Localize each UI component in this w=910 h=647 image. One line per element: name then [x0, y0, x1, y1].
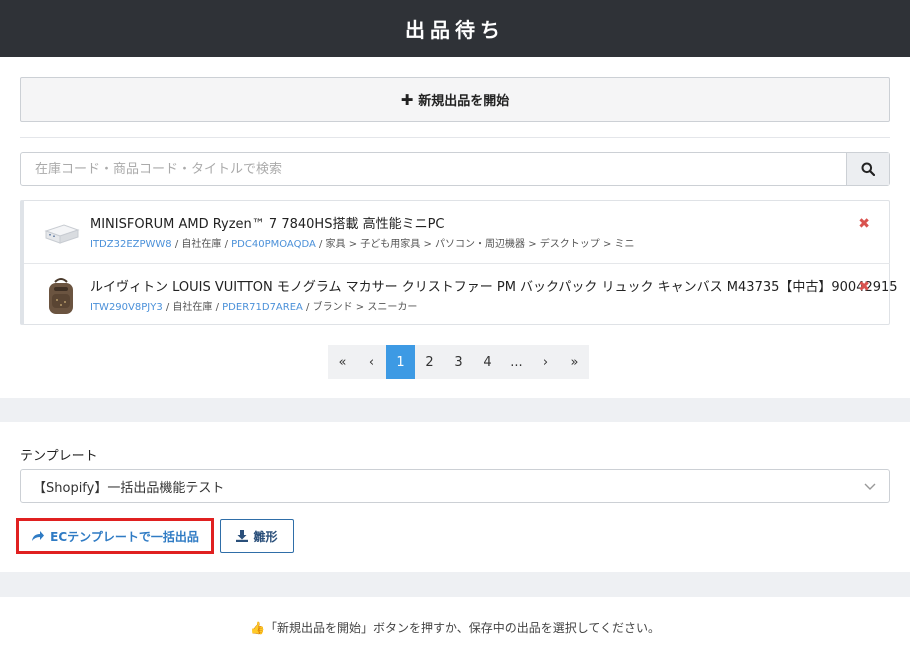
search-button[interactable] [846, 153, 889, 185]
page-title: 出品待ち [405, 18, 505, 42]
new-listing-button[interactable]: ✚ 新規出品を開始 [20, 77, 890, 122]
item-title: MINISFORUM AMD Ryzen™ 7 7840HS搭載 高性能ミニPC [90, 217, 445, 232]
search-input[interactable] [21, 153, 846, 185]
page-header: 出品待ち [0, 0, 910, 57]
first-page-button[interactable]: « [328, 345, 357, 379]
page-ellipsis: ... [510, 354, 523, 370]
download-template-button[interactable]: 雛形 [220, 519, 294, 553]
download-template-label: 雛形 [253, 529, 278, 544]
prev-page-button[interactable]: ‹ [357, 345, 386, 379]
divider [20, 137, 890, 138]
list-item[interactable]: MINISFORUM AMD Ryzen™ 7 7840HS搭載 高性能ミニPC… [24, 201, 890, 263]
page-1-button[interactable]: 1 [386, 345, 415, 379]
share-arrow-icon [32, 531, 45, 541]
delete-icon[interactable]: ✖ [858, 216, 870, 232]
stock-code-link[interactable]: ITW290V8PJY3 [90, 302, 163, 313]
ec-bulk-listing-label: ECテンプレートで一括出品 [50, 529, 199, 544]
search-icon [861, 162, 875, 176]
next-page-button[interactable]: › [531, 345, 560, 379]
product-code-link[interactable]: PDER71D7AREA [222, 302, 303, 313]
template-select[interactable]: 【Shopify】一括出品機能テスト [20, 469, 890, 503]
search-bar [20, 152, 890, 186]
chevron-down-icon [864, 483, 876, 490]
list-item[interactable]: ルイヴィトン LOUIS VUITTON モノグラム マカサー クリストファー … [24, 263, 898, 325]
page-3-button[interactable]: 3 [444, 345, 473, 379]
template-label: テンプレート [20, 449, 98, 464]
item-meta: ITW290V8PJY3 / 自社在庫 / PDER71D7AREA / ブラン… [90, 298, 417, 313]
delete-icon[interactable]: ✖ [858, 279, 870, 295]
notice: 👍「新規出品を開始」ボタンを押すか、保存中の出品を選択してください。 [0, 619, 910, 636]
category-path: / ブランド > スニーカー [302, 302, 418, 313]
draft-list: MINISFORUM AMD Ryzen™ 7 7840HS搭載 高性能ミニPC… [20, 200, 898, 325]
last-page-button[interactable]: » [560, 345, 589, 379]
template-selected-value: 【Shopify】一括出品機能テスト [33, 480, 225, 496]
notice-text: 「新規出品を開始」ボタンを押すか、保存中の出品を選択してください。 [264, 621, 660, 635]
stock-type: / 自社在庫 / [171, 239, 232, 250]
listing-panel: ✚ 新規出品を開始 MINISFORUM AMD Ryzen™ 7 7840HS… [0, 57, 910, 398]
item-title: ルイヴィトン LOUIS VUITTON モノグラム マカサー クリストファー … [90, 280, 898, 295]
page-2-button[interactable]: 2 [415, 345, 444, 379]
mini-pc-thumbnail [44, 224, 80, 244]
ec-bulk-listing-button[interactable]: ECテンプレートで一括出品 [16, 518, 214, 554]
backpack-thumbnail [49, 278, 73, 314]
page-4-button[interactable]: 4 [473, 345, 502, 379]
thumbs-up-icon: 👍 [250, 621, 265, 635]
download-icon [236, 530, 249, 542]
product-code-link[interactable]: PDC40PMOAQDA [231, 239, 316, 250]
pagination: « ‹ 1 2 3 4 ... › » [328, 345, 589, 379]
plus-icon: ✚ [400, 90, 414, 109]
new-listing-label: 新規出品を開始 [418, 94, 510, 109]
notice-panel: 👍「新規出品を開始」ボタンを押すか、保存中の出品を選択してください。 [0, 597, 910, 647]
stock-type: / 自社在庫 / [162, 302, 223, 313]
stock-code-link[interactable]: ITDZ32EZPWW8 [90, 239, 172, 250]
item-meta: ITDZ32EZPWW8 / 自社在庫 / PDC40PMOAQDA / 家具 … [90, 235, 635, 250]
category-path: / 家具 > 子ども用家具 > パソコン・周辺機器 > デスクトップ > ミニ [315, 239, 635, 250]
template-panel: テンプレート 【Shopify】一括出品機能テスト ECテンプレートで一括出品 … [0, 422, 910, 572]
